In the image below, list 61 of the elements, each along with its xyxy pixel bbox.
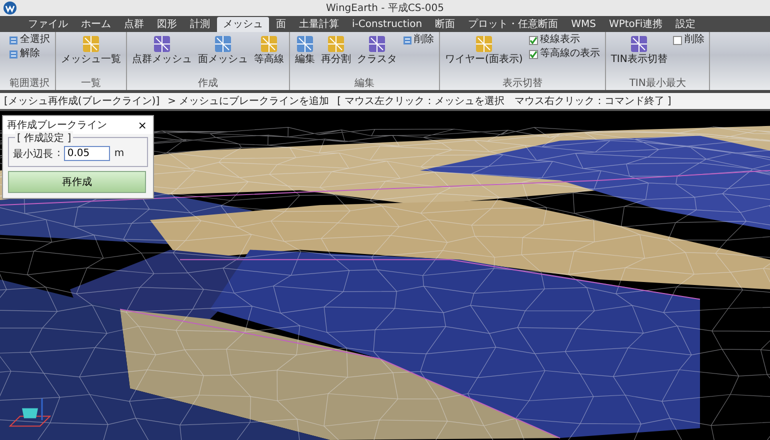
list-icon — [403, 36, 412, 44]
ribbon-group-label: 範囲選択 — [8, 78, 50, 90]
menu-tab[interactable]: プロット・任意断面 — [462, 17, 564, 32]
ribbon-group-label: 表示切替 — [501, 78, 544, 90]
recreate-button[interactable]: 再作成 — [8, 171, 146, 193]
menu-tab[interactable]: 設定 — [670, 17, 702, 32]
input-field[interactable]: 0.05 — [64, 146, 110, 161]
list-icon — [9, 36, 18, 44]
menu-tab[interactable]: WMS — [565, 17, 602, 32]
ribbon-checkbox[interactable]: 削除 — [671, 34, 706, 46]
menu-tab[interactable]: 計測 — [184, 17, 216, 32]
ribbon-group-label: TIN最小最大 — [628, 78, 687, 90]
axis-gizmo-icon — [8, 398, 52, 427]
menu-tab[interactable]: 土量計算 — [293, 17, 345, 32]
grid-icon — [82, 35, 100, 53]
ribbon-button[interactable]: 全選択 — [7, 34, 52, 46]
menu-tab[interactable]: WPtoFi連携 — [602, 17, 669, 32]
ribbon-group-label: 作成 — [197, 78, 219, 90]
unit-label: m — [114, 148, 124, 159]
grid-icon — [296, 35, 314, 53]
ribbon-button[interactable]: 面メッシュ — [196, 34, 250, 66]
ribbon-button[interactable]: TIN表示切替 — [608, 34, 670, 66]
window-title: WingEarth - 平成CS-005 — [326, 2, 444, 15]
ribbon-button[interactable]: 解除 — [7, 48, 52, 60]
ribbon-button[interactable]: 削除 — [401, 34, 436, 46]
menu-tab[interactable]: ホーム — [75, 17, 117, 32]
grid-icon — [630, 35, 648, 53]
grid-icon — [153, 35, 171, 53]
separator: : — [57, 148, 60, 159]
menu-tab[interactable]: 面 — [270, 17, 292, 32]
group-title: [ 作成設定 ] — [15, 131, 74, 145]
menu-tab[interactable]: メッシュ — [217, 17, 269, 32]
ribbon-button[interactable]: 編集 — [293, 34, 317, 66]
ribbon-checkbox[interactable]: 等高線の表示 — [526, 48, 602, 60]
menu-tab[interactable]: i-Construction — [346, 17, 428, 32]
dialog-title: 再作成ブレークライン — [7, 118, 107, 132]
grid-icon — [260, 35, 278, 53]
menu-tab[interactable]: 断面 — [429, 17, 462, 32]
menu-tab[interactable]: 図形 — [151, 17, 183, 32]
ribbon-button[interactable]: メッシュ一覧 — [59, 34, 123, 66]
grid-icon — [474, 35, 493, 53]
menu-tab[interactable]: 点群 — [118, 17, 150, 32]
grid-icon — [327, 35, 345, 53]
list-icon — [9, 50, 18, 58]
ribbon-button[interactable]: ワイヤー(面表示) — [443, 34, 525, 66]
close-button[interactable]: × — [136, 118, 149, 132]
grid-icon — [214, 35, 232, 53]
mouse-hint: [ マウス左クリック：メッシュを選択 マウス右クリック：コマンド終了 ] — [337, 95, 672, 108]
grid-icon — [368, 35, 386, 53]
ribbon-button[interactable]: 等高線 — [252, 34, 286, 66]
command-prompt: > メッシュにブレークラインを追加 — [168, 94, 330, 108]
menu-tab[interactable]: ファイル — [22, 17, 74, 32]
ribbon-button[interactable]: クラスタ — [355, 34, 399, 66]
command-name: [メッシュ再作成(ブレークライン)] — [4, 94, 160, 108]
app-logo-icon — [3, 1, 17, 15]
ribbon-button[interactable]: 点群メッシュ — [130, 34, 194, 66]
ribbon-group-label: 一覧 — [80, 78, 102, 90]
ribbon-group-label: 編集 — [354, 78, 376, 90]
ribbon-button[interactable]: 再分割 — [319, 34, 353, 66]
ribbon-checkbox[interactable]: 稜線表示 — [526, 34, 602, 46]
field-label: 最小辺長 — [13, 148, 53, 160]
